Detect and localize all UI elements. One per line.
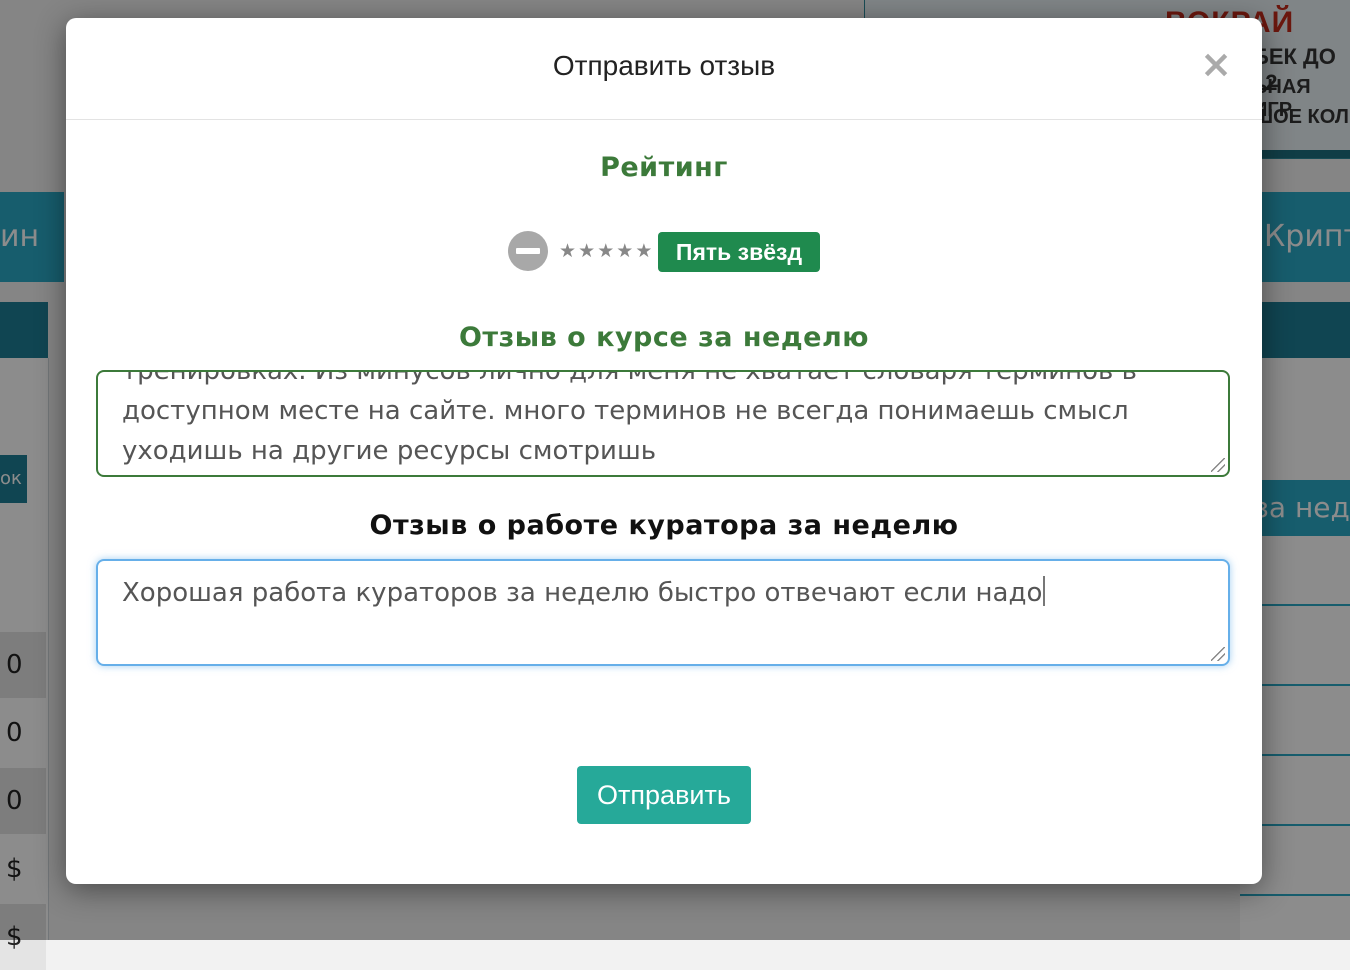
typed-text: Хорошая работа кураторов за неделю быстр… [122,578,1043,608]
resize-handle[interactable] [1211,458,1225,472]
rating-heading: Рейтинг [600,152,728,183]
star-icon[interactable]: ★ [578,240,595,262]
submit-button[interactable]: Отправить [577,766,751,824]
stars-group: ★ ★ ★ ★ ★ [559,240,652,262]
text-line: тренировках. Из минусов лично для меня н… [122,370,1137,386]
close-icon[interactable]: × [1200,40,1232,88]
star-icon[interactable]: ★ [616,240,633,262]
text-line: уходишь на другие ресурсы смотришь [122,436,657,466]
modal-title: Отправить отзыв [552,50,776,81]
star-icon[interactable]: ★ [635,240,652,262]
course-review-textarea[interactable]: тренировках. Из минусов лично для меня н… [96,370,1230,477]
resize-handle[interactable] [1211,647,1225,661]
rating-badge: Пять звёзд [658,232,820,272]
course-review-heading: Отзыв о курсе за неделю [458,322,870,353]
modal-header: Отправить отзыв × [66,18,1262,120]
star-icon[interactable]: ★ [597,240,614,262]
curator-review-textarea[interactable]: Хорошая работа кураторов за неделю быстр… [96,559,1230,666]
text-caret [1043,576,1046,606]
feedback-modal: Отправить отзыв × Рейтинг ★ ★ ★ ★ ★ Пять… [66,18,1262,884]
curator-review-text: Хорошая работа кураторов за неделю быстр… [122,573,1204,613]
curator-review-text-wrap: Хорошая работа кураторов за неделю быстр… [122,573,1204,613]
cancel-rating-icon[interactable] [508,231,548,271]
curator-review-heading: Отзыв о работе куратора за неделю [369,510,959,541]
star-icon[interactable]: ★ [559,240,576,262]
text-line: доступном месте на сайте. много терминов… [122,396,1129,426]
course-review-text: тренировках. Из минусов лично для меня н… [122,370,1204,471]
